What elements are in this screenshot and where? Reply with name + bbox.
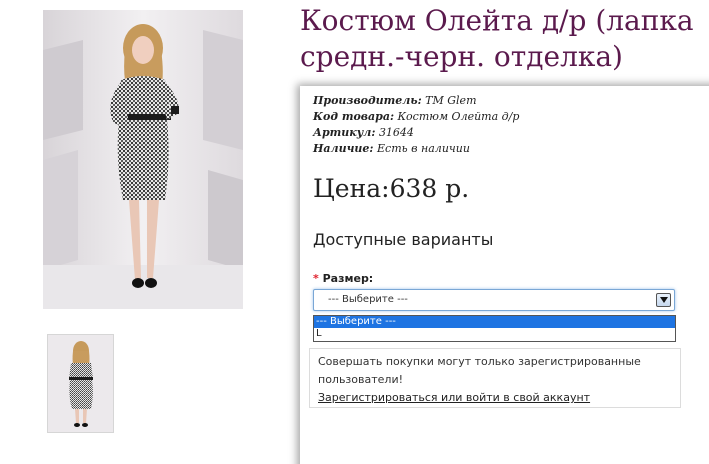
- login-notice: Совершать покупки могут только зарегистр…: [309, 348, 681, 408]
- product-code-row: Код товара: Костюм Олейта д/р: [313, 109, 519, 125]
- article-label: Артикул:: [313, 126, 376, 139]
- product-title: Костюм Олейта д/р (лапка средн.-черн. от…: [300, 4, 694, 73]
- size-option-placeholder[interactable]: --- Выберите ---: [314, 316, 675, 328]
- availability-row: Наличие: Есть в наличии: [313, 141, 519, 157]
- product-code-value: Костюм Олейта д/р: [397, 110, 520, 123]
- chevron-down-icon[interactable]: [656, 293, 671, 307]
- availability-label: Наличие:: [313, 142, 374, 155]
- size-select-value: --- Выберите ---: [328, 294, 408, 305]
- register-login-link[interactable]: Зарегистрироваться или войти в свой акка…: [318, 391, 590, 404]
- manufacturer-label: Производитель:: [313, 94, 422, 107]
- product-photo-illustration: [43, 10, 243, 309]
- size-dropdown-list: --- Выберите --- L: [313, 315, 676, 342]
- variants-heading: Доступные варианты: [313, 230, 494, 249]
- size-option-l[interactable]: L: [314, 328, 675, 340]
- product-thumbnail[interactable]: [47, 334, 114, 433]
- size-select[interactable]: --- Выберите ---: [313, 289, 675, 311]
- manufacturer-row: Производитель: TM Glem: [313, 93, 519, 109]
- size-label: * Размер:: [313, 272, 373, 285]
- product-main-image[interactable]: [43, 10, 243, 309]
- manufacturer-value: TM Glem: [425, 94, 477, 107]
- size-label-text: Размер:: [322, 272, 374, 285]
- product-details-panel: Производитель: TM Glem Код товара: Костю…: [300, 86, 709, 464]
- article-row: Артикул: 31644: [313, 125, 519, 141]
- article-value: 31644: [378, 126, 414, 139]
- product-info-list: Производитель: TM Glem Код товара: Костю…: [313, 93, 519, 157]
- product-code-label: Код товара:: [313, 110, 395, 123]
- login-notice-text: Совершать покупки могут только зарегистр…: [318, 355, 641, 386]
- required-mark: *: [313, 272, 319, 285]
- thumbnail-photo-illustration: [48, 335, 113, 432]
- product-price: Цена:638 р.: [313, 174, 470, 203]
- availability-value: Есть в наличии: [377, 142, 470, 155]
